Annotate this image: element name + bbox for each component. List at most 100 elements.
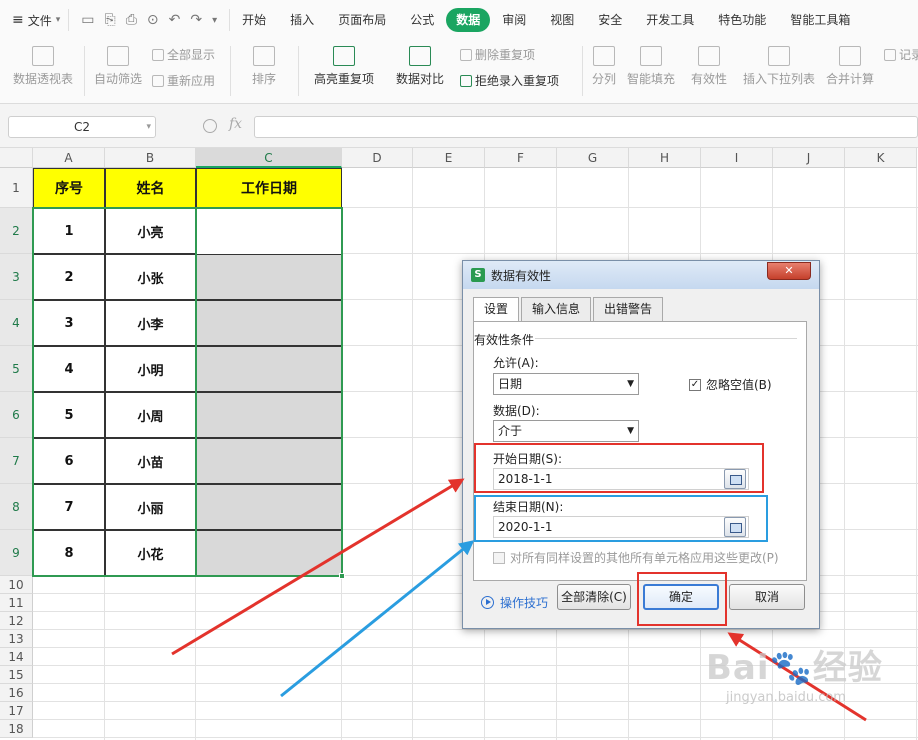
validity-button[interactable]: 有效性 [684,46,734,87]
work-date-cell[interactable] [196,300,342,346]
cancel-button[interactable]: 取消 [729,584,805,610]
preview-icon[interactable]: ⊙ [147,12,159,28]
name-cell[interactable]: 小李 [105,300,196,346]
more-icon[interactable]: ▾ [212,15,217,26]
tab-3[interactable]: 公式 [398,8,446,32]
number-cell[interactable]: 1 [33,208,105,254]
reapply-button[interactable]: 重新应用 [152,72,215,89]
ignore-blank-checkbox[interactable]: ✓ 忽略空值(B) [689,376,772,393]
row-header-6[interactable]: 6 [0,392,33,438]
column-header-g[interactable]: G [557,148,629,168]
close-button[interactable]: ✕ [767,262,811,280]
row-header-3[interactable]: 3 [0,254,33,300]
name-cell[interactable]: 小苗 [105,438,196,484]
number-cell[interactable]: 5 [33,392,105,438]
save-icon[interactable]: ▭ [81,12,94,28]
number-cell[interactable]: 2 [33,254,105,300]
remove-duplicates-button[interactable]: 删除重复项 [460,46,535,63]
row-header-16[interactable]: 16 [0,684,33,702]
row-header-10[interactable]: 10 [0,576,33,594]
number-cell[interactable]: 6 [33,438,105,484]
name-cell[interactable]: 小花 [105,530,196,576]
name-cell[interactable]: 小亮 [105,208,196,254]
number-cell[interactable]: 4 [33,346,105,392]
column-header-c[interactable]: C [196,148,342,168]
tab-9[interactable]: 特色功能 [706,8,778,32]
tab-7[interactable]: 安全 [586,8,634,32]
dialog-title-bar[interactable]: S 数据有效性 ✕ [463,261,819,289]
dialog-tab-2[interactable]: 出错警告 [593,297,664,321]
tab-0[interactable]: 开始 [230,8,278,32]
row-header-5[interactable]: 5 [0,346,33,392]
row-header-18[interactable]: 18 [0,720,33,738]
number-cell[interactable]: 7 [33,484,105,530]
header-cell[interactable]: 序号 [33,168,105,208]
header-cell[interactable]: 工作日期 [196,168,342,208]
split-column-button[interactable]: 分列 [588,46,620,87]
select-all-corner[interactable] [0,148,33,168]
tab-10[interactable]: 智能工具箱 [778,8,862,32]
row-header-8[interactable]: 8 [0,484,33,530]
work-date-cell[interactable] [196,208,342,254]
row-header-7[interactable]: 7 [0,438,33,484]
work-date-cell[interactable] [196,254,342,300]
column-header-j[interactable]: J [773,148,845,168]
print-icon[interactable]: ⎙ [126,12,137,28]
tab-1[interactable]: 插入 [278,8,326,32]
smart-fill-button[interactable]: 智能填充 [624,46,678,87]
tab-5[interactable]: 审阅 [490,8,538,32]
column-header-a[interactable]: A [33,148,105,168]
work-date-cell[interactable] [196,438,342,484]
name-cell[interactable]: 小明 [105,346,196,392]
reject-duplicates-button[interactable]: 拒绝录入重复项 [460,72,559,89]
consolidate-button[interactable]: 合并计算 [824,46,876,87]
data-compare-button[interactable]: 数据对比 [388,46,452,87]
row-header-2[interactable]: 2 [0,208,33,254]
column-header-f[interactable]: F [485,148,557,168]
redo-icon[interactable]: ↷ [190,12,202,28]
row-header-14[interactable]: 14 [0,648,33,666]
record-form-button[interactable]: 记录单 [884,46,918,63]
header-cell[interactable]: 姓名 [105,168,196,208]
sort-button[interactable]: 排序 [238,46,290,87]
tab-2[interactable]: 页面布局 [326,8,398,32]
column-header-h[interactable]: H [629,148,701,168]
column-header-b[interactable]: B [105,148,196,168]
fill-handle[interactable] [339,573,345,579]
tab-4[interactable]: 数据 [446,8,491,32]
file-menu[interactable]: ≡ 文件 ▾ [0,0,68,40]
insert-dropdown-button[interactable]: 插入下拉列表 [740,46,818,87]
row-header-12[interactable]: 12 [0,612,33,630]
row-header-17[interactable]: 17 [0,702,33,720]
column-header-k[interactable]: K [845,148,917,168]
row-header-11[interactable]: 11 [0,594,33,612]
name-box[interactable]: C2 ▾ [8,116,156,138]
name-cell[interactable]: 小周 [105,392,196,438]
dialog-tab-0[interactable]: 设置 [473,297,520,323]
row-header-1[interactable]: 1 [0,168,33,208]
highlight-duplicates-button[interactable]: 高亮重复项 [306,46,382,87]
zoom-icon[interactable] [203,119,217,133]
column-header-i[interactable]: I [701,148,773,168]
allow-select[interactable]: 日期 ▼ [493,373,639,395]
row-header-9[interactable]: 9 [0,530,33,576]
column-header-d[interactable]: D [342,148,413,168]
name-cell[interactable]: 小张 [105,254,196,300]
row-header-4[interactable]: 4 [0,300,33,346]
tips-link[interactable]: 操作技巧 [481,594,548,611]
tab-6[interactable]: 视图 [538,8,586,32]
formula-input[interactable] [254,116,918,138]
function-icon[interactable]: fx [229,116,242,132]
export-icon[interactable]: ⎘ [105,12,116,28]
apply-to-all-checkbox[interactable]: 对所有同样设置的其他所有单元格应用这些更改(P) [493,549,779,566]
work-date-cell[interactable] [196,530,342,576]
row-header-13[interactable]: 13 [0,630,33,648]
name-cell[interactable]: 小丽 [105,484,196,530]
clear-all-button[interactable]: 全部清除(C) [557,584,631,610]
tab-8[interactable]: 开发工具 [634,8,706,32]
number-cell[interactable]: 3 [33,300,105,346]
row-header-15[interactable]: 15 [0,666,33,684]
work-date-cell[interactable] [196,346,342,392]
undo-icon[interactable]: ↶ [169,12,181,28]
pivot-table-button[interactable]: 数据透视表 [10,46,76,87]
